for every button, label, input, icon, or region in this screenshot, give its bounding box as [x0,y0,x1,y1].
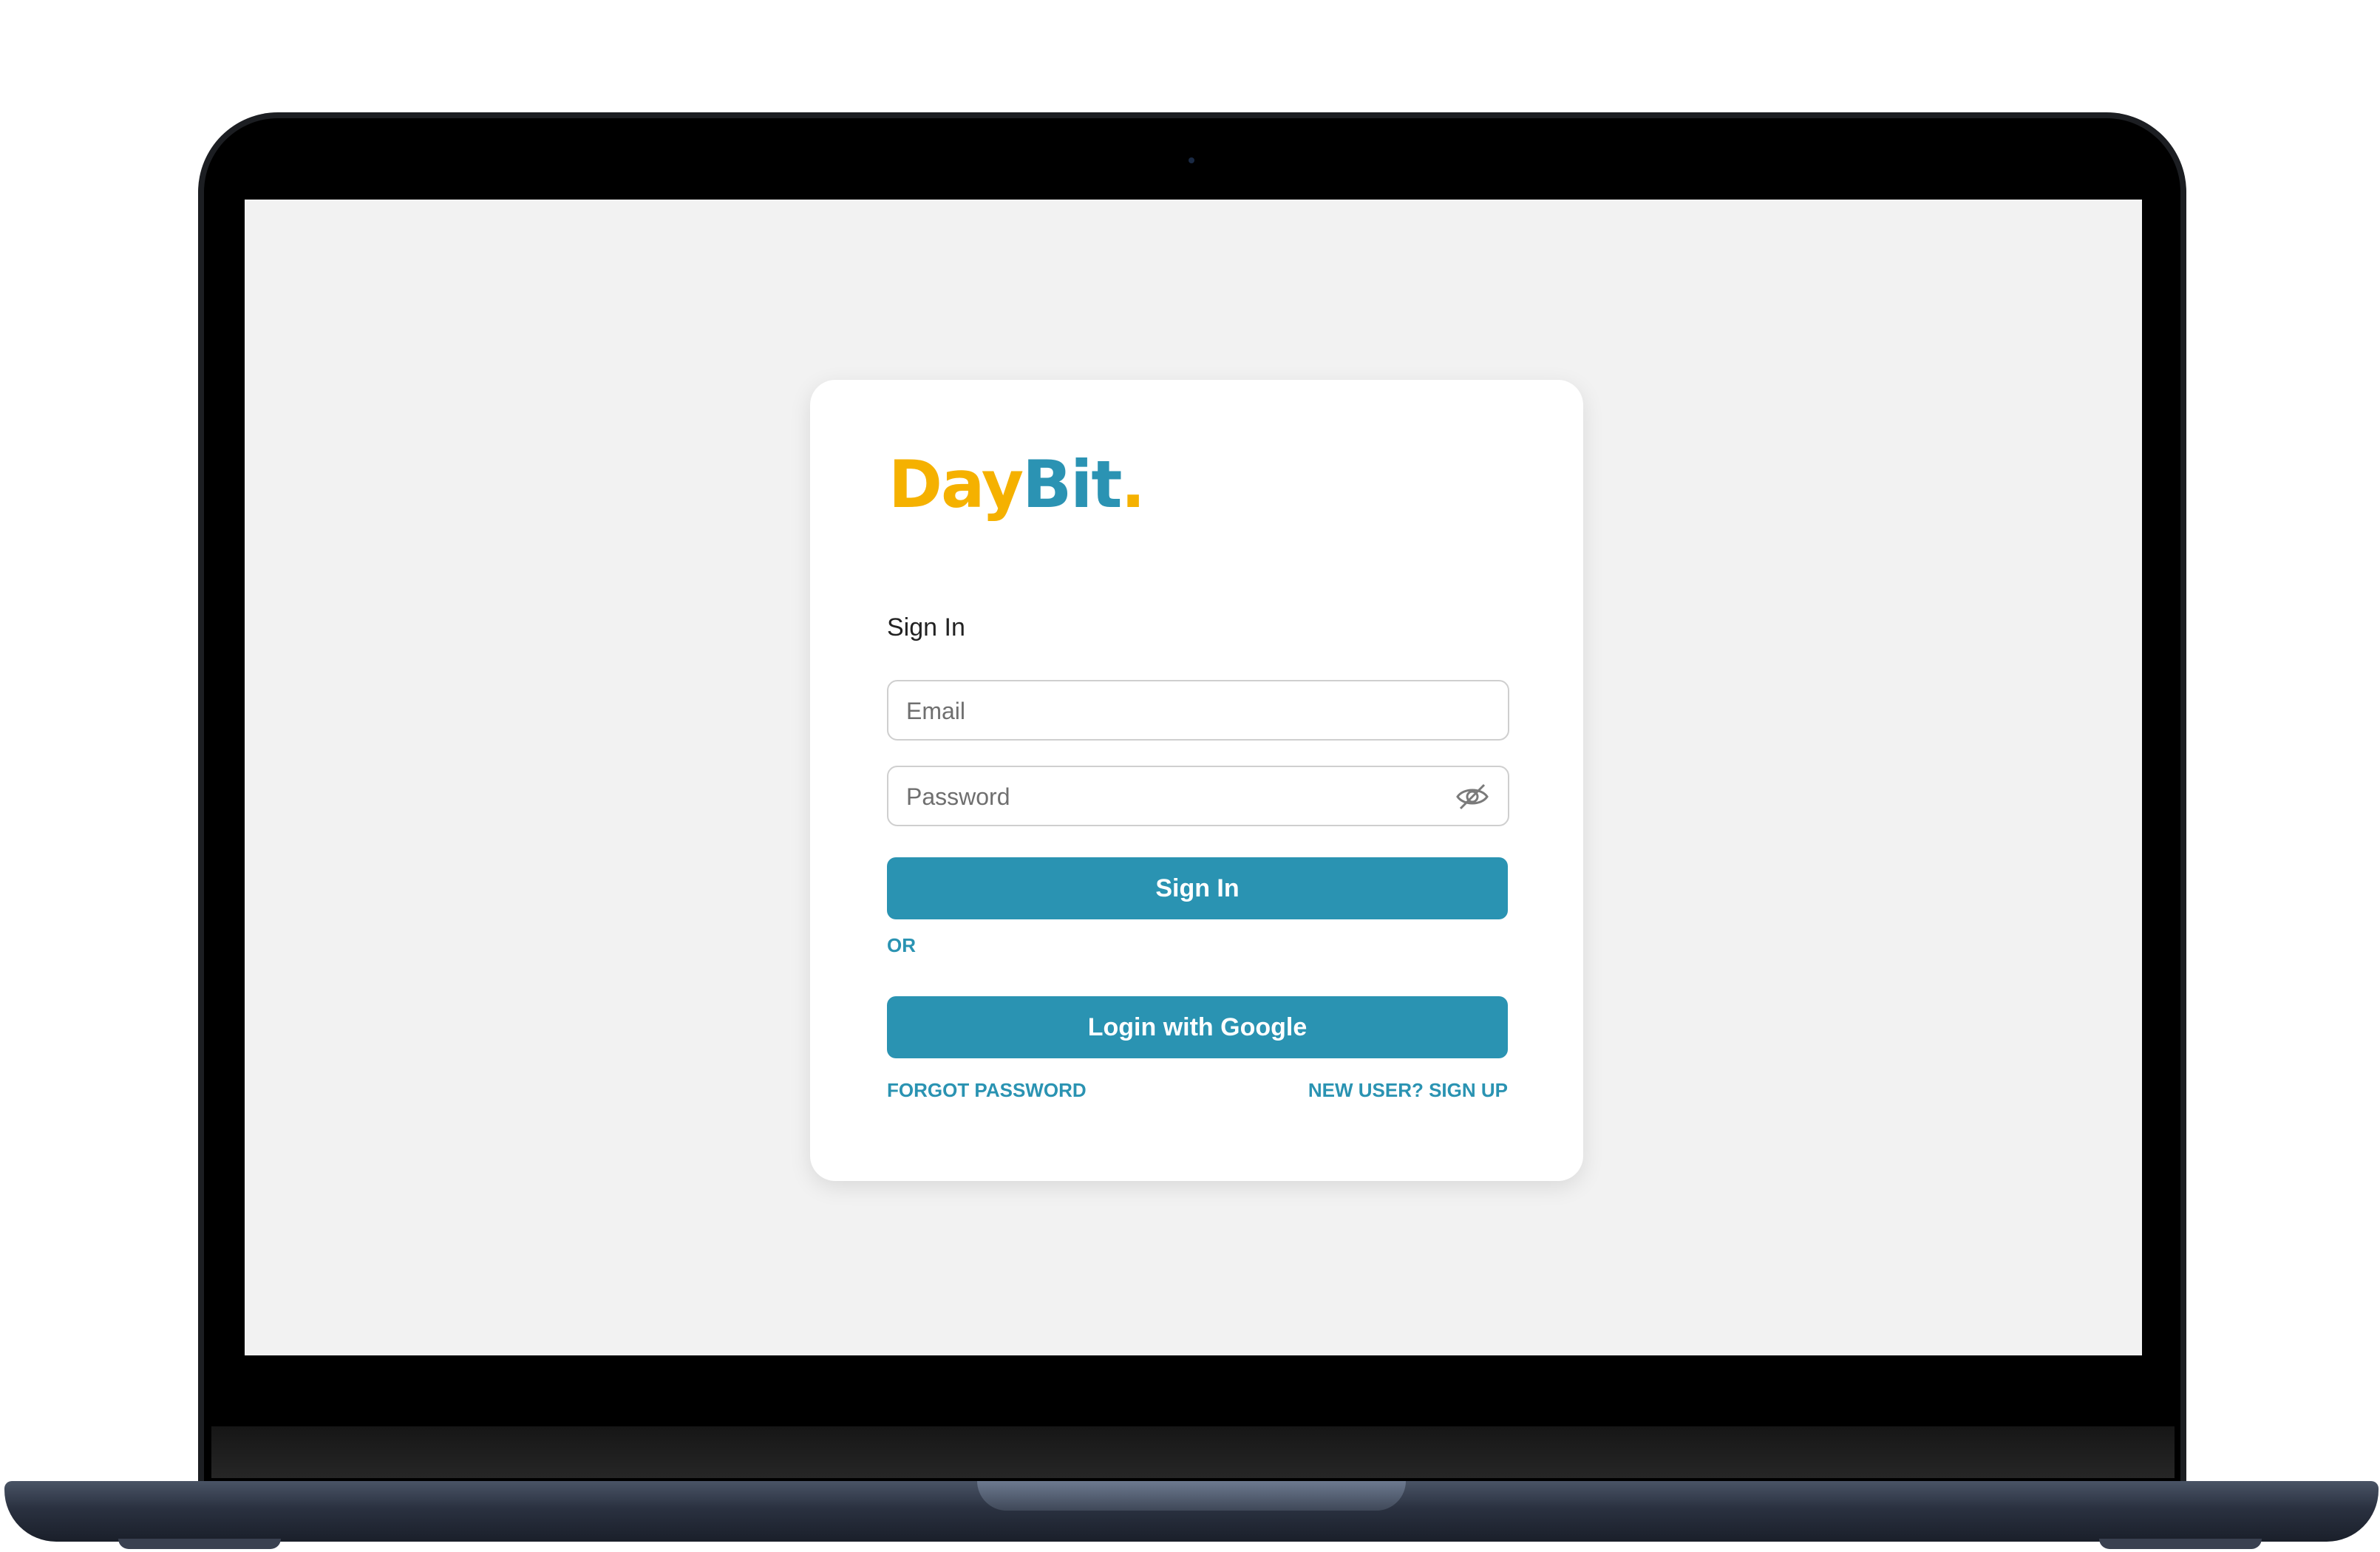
form-title: Sign In [887,613,965,641]
laptop-foot-right [2099,1539,2262,1549]
laptop-chin [211,1426,2175,1478]
screen: DayBit. Sign In Sign In OR Login with Go… [245,200,2142,1355]
email-input[interactable] [905,681,1455,741]
sign-in-button[interactable]: Sign In [887,857,1508,919]
sign-up-link[interactable]: NEW USER? SIGN UP [1308,1079,1508,1102]
logo-dot: . [1121,446,1145,523]
password-field[interactable] [887,766,1509,826]
password-input[interactable] [905,767,1455,826]
camera-icon [1189,157,1194,163]
login-card: DayBit. Sign In Sign In OR Login with Go… [810,380,1583,1181]
logo-day: Day [888,446,1024,523]
daybit-logo: DayBit. [888,452,1146,517]
laptop-foot-left [118,1539,281,1549]
laptop-base-lip [977,1481,1406,1511]
logo-bit: Bit [1022,446,1122,523]
eye-slash-icon[interactable] [1455,782,1490,811]
or-divider-label: OR [887,934,916,956]
login-with-google-button[interactable]: Login with Google [887,996,1508,1058]
forgot-password-link[interactable]: FORGOT PASSWORD [887,1079,1087,1102]
email-field[interactable] [887,680,1509,741]
